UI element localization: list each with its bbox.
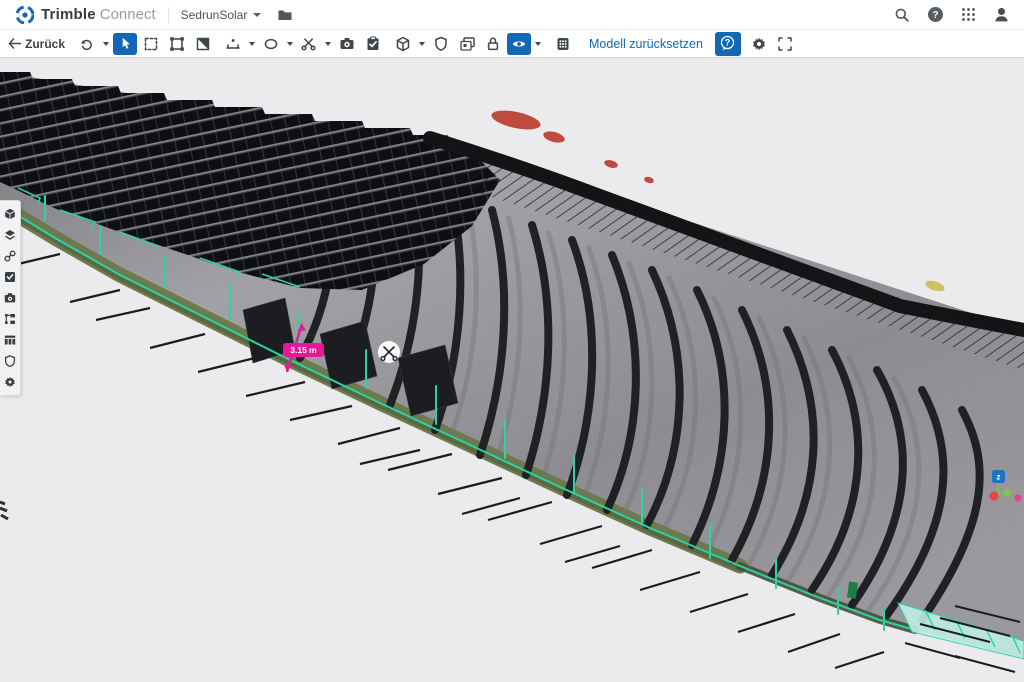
svg-text:?: ? — [932, 10, 938, 21]
reset-model-button[interactable]: Modell zurücksetzen — [589, 37, 703, 51]
help-icon: ? — [927, 6, 944, 23]
sidebar-item-links[interactable] — [4, 250, 16, 262]
protect-button[interactable] — [429, 33, 453, 55]
calculator-icon — [555, 36, 571, 52]
trimble-logo-icon — [16, 6, 34, 24]
gizmo-x-axis — [990, 492, 999, 501]
settings-gear-icon — [4, 376, 16, 388]
cut-dropdown[interactable] — [323, 33, 333, 55]
lock-icon — [485, 36, 501, 52]
sidebar-item-settings[interactable] — [4, 376, 16, 388]
snapshot-button[interactable] — [335, 33, 359, 55]
table-icon — [4, 334, 16, 346]
eye-icon — [511, 36, 527, 52]
measurement-label: 3.15 m — [290, 345, 317, 355]
gizmo-z-label: z — [997, 473, 1001, 482]
undo-dropdown[interactable] — [101, 33, 111, 55]
app-header: Trimble Connect SedrunSolar ? — [0, 0, 1024, 30]
views-camera-icon — [4, 292, 16, 304]
settings-button[interactable] — [747, 33, 771, 55]
svg-text:?: ? — [725, 38, 731, 48]
clash-shield-icon — [4, 355, 16, 367]
brand-name-secondary: Connect — [100, 6, 156, 23]
polygon-select-button[interactable] — [165, 33, 189, 55]
link-icon — [4, 250, 16, 262]
viewport-3d-scene[interactable]: z 3.15 m — [0, 58, 1024, 682]
user-icon — [993, 6, 1010, 23]
sidebar-item-tables[interactable] — [4, 334, 16, 346]
models-cube-icon — [4, 208, 16, 220]
help-pointer-button[interactable]: ? — [715, 32, 741, 56]
cut-tool-button[interactable] — [297, 33, 321, 55]
invert-selection-button[interactable] — [191, 33, 215, 55]
cube-icon — [395, 36, 411, 52]
viewer-toolbar: Zurück — [0, 30, 1024, 58]
ghost-mode-button[interactable] — [391, 33, 415, 55]
project-files-button[interactable] — [277, 8, 293, 22]
brand[interactable]: Trimble Connect — [16, 6, 156, 24]
back-label: Zurück — [25, 37, 65, 51]
markup-button[interactable] — [455, 33, 479, 55]
fullscreen-button[interactable] — [773, 33, 797, 55]
apps-grid-icon — [961, 7, 976, 22]
sidebar-item-clash-check[interactable] — [4, 355, 16, 367]
ghost-mode-dropdown[interactable] — [417, 33, 427, 55]
invert-selection-icon — [195, 36, 211, 52]
measure-icon — [225, 36, 241, 52]
polygon-select-icon — [169, 36, 185, 52]
cursor-arrow-icon — [118, 36, 133, 51]
help-pin-icon: ? — [719, 35, 736, 52]
visibility-button[interactable] — [507, 33, 531, 55]
marquee-select-button[interactable] — [139, 33, 163, 55]
help-button[interactable]: ? — [927, 6, 944, 23]
app-launcher-button[interactable] — [961, 7, 976, 22]
measure-tool-button[interactable] — [221, 33, 245, 55]
layers-icon — [4, 229, 16, 241]
undo-button[interactable] — [75, 33, 99, 55]
select-tool-button[interactable] — [113, 33, 137, 55]
gizmo-y-axis — [1003, 489, 1011, 497]
clip-ellipse-dropdown[interactable] — [285, 33, 295, 55]
shield-icon — [433, 36, 449, 52]
cut-cursor — [378, 341, 400, 363]
camera-icon — [339, 36, 355, 52]
project-selector[interactable]: SedrunSolar — [181, 8, 262, 22]
sidebar-item-hierarchy[interactable] — [4, 313, 16, 325]
markup-card-icon — [459, 36, 476, 52]
marquee-select-icon — [143, 36, 159, 52]
scissors-icon — [301, 36, 317, 52]
gear-icon — [751, 36, 767, 52]
viewer-side-rail — [0, 200, 21, 396]
arrow-left-icon — [8, 38, 21, 49]
calculator-button[interactable] — [551, 33, 575, 55]
clipboard-check-icon — [365, 36, 381, 52]
project-name: SedrunSolar — [181, 8, 248, 22]
sidebar-item-layers[interactable] — [4, 229, 16, 241]
header-divider — [168, 7, 169, 23]
lock-button[interactable] — [481, 33, 505, 55]
undo-icon — [79, 36, 95, 52]
sidebar-item-todos[interactable] — [4, 271, 16, 283]
sidebar-item-models[interactable] — [4, 208, 16, 220]
gizmo-pink-node — [1015, 495, 1022, 502]
visibility-dropdown[interactable] — [533, 33, 543, 55]
folder-icon — [277, 8, 293, 22]
account-button[interactable] — [993, 6, 1010, 23]
brand-name-primary: Trimble — [41, 6, 96, 23]
back-button[interactable]: Zurück — [8, 37, 65, 51]
clip-ellipse-button[interactable] — [259, 33, 283, 55]
search-icon — [894, 7, 910, 23]
search-button[interactable] — [894, 7, 910, 23]
hierarchy-icon — [4, 313, 16, 325]
ellipse-icon — [263, 36, 279, 52]
sidebar-item-views[interactable] — [4, 292, 16, 304]
chevron-down-icon — [253, 13, 261, 17]
measure-dropdown[interactable] — [247, 33, 257, 55]
todo-check-icon — [4, 271, 16, 283]
todo-button[interactable] — [361, 33, 385, 55]
fullscreen-icon — [777, 36, 793, 52]
